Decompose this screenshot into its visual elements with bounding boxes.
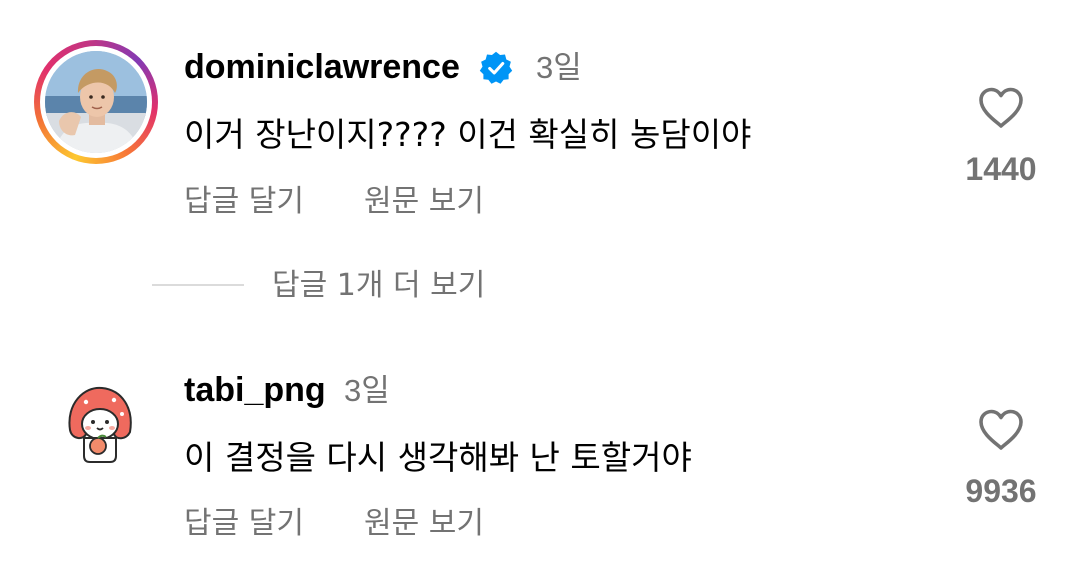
reply-button[interactable]: 답글 달기: [184, 504, 304, 544]
see-translation-button[interactable]: 원문 보기: [364, 182, 484, 222]
comment-text: 이 결정을 다시 생각해봐 난 토할거야: [184, 438, 692, 477]
heart-outline-icon[interactable]: [977, 408, 1025, 452]
see-translation-button[interactable]: 원문 보기: [364, 504, 484, 544]
avatar-story-ring[interactable]: [34, 40, 158, 164]
comment-timestamp: 3일: [344, 373, 390, 408]
comment-timestamp: 3일: [536, 50, 582, 85]
comment-username[interactable]: tabi_png: [184, 370, 326, 410]
avatar[interactable]: [56, 378, 144, 466]
avatar-photo-image: [45, 51, 147, 153]
comment-text: 이거 장난이지???? 이건 확실히 농담이야: [184, 115, 752, 154]
comment-username[interactable]: dominiclawrence: [184, 47, 460, 87]
replies-divider: [152, 284, 244, 286]
reply-button[interactable]: 답글 달기: [184, 182, 304, 222]
heart-outline-icon[interactable]: [977, 86, 1025, 130]
avatar-illustration-image: [68, 386, 132, 463]
verified-badge-icon: [479, 51, 513, 84]
like-count: 9936: [965, 473, 1037, 509]
like-count: 1440: [965, 151, 1037, 187]
avatar: [45, 51, 147, 153]
comments-section: dominiclawrence 3일 이거 장난이지???? 이건 확실히 농담…: [0, 0, 1079, 566]
view-replies-button[interactable]: 답글 1개 더 보기: [272, 266, 485, 306]
